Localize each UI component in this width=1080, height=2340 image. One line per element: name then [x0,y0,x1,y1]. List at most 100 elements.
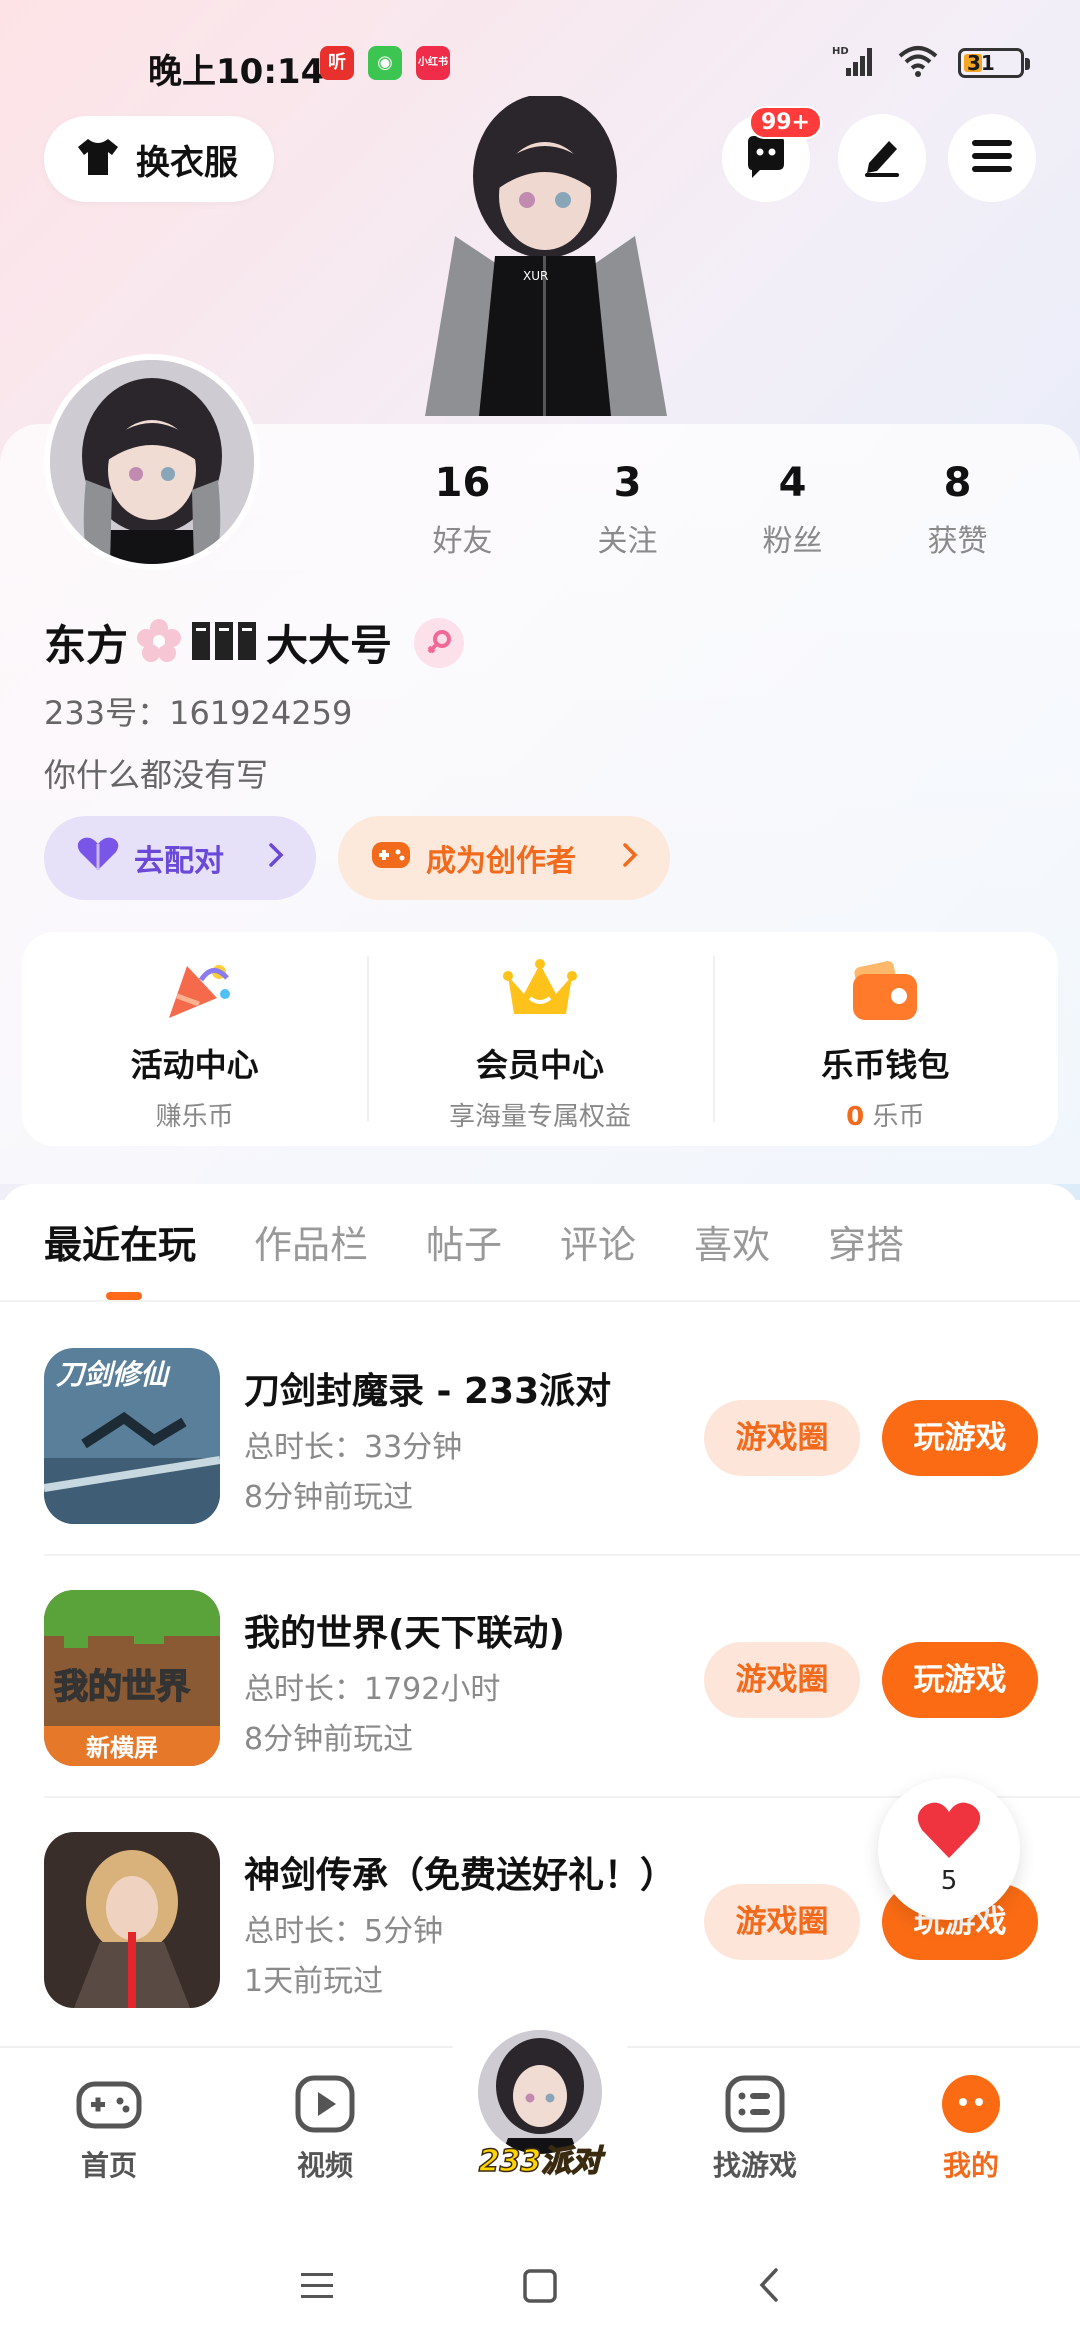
female-gender-icon [414,617,465,668]
tab-works[interactable]: 作品栏 [254,1214,368,1269]
game-title: 刀剑封魔录 - 233派对 [244,1371,612,1412]
game-duration: 总时长：33分钟 [244,1430,463,1465]
stat-value: 3 [613,460,642,506]
notification-app-icon: ◉ [368,46,402,80]
game-circle-button[interactable]: 游戏圈 [704,1400,860,1476]
game-icon-subtext: 新横屏 [86,1734,158,1762]
profile-page: 晚上10:14 听 ◉ 小红书 HD 31 换衣服 XUR 99+ 16 好友 … [0,0,1080,2340]
gamepad-icon [370,836,412,880]
tab-posts[interactable]: 帖子 [426,1214,502,1269]
stat-likes[interactable]: 8 获赞 [875,460,1040,560]
game-icon-text: 刀剑修仙 [56,1358,171,1391]
tab-likes[interactable]: 喜欢 [694,1214,770,1269]
user-bio[interactable]: 你什么都没有写 [44,750,268,796]
change-outfit-label: 换衣服 [136,142,238,183]
nav-video[interactable]: 视频 [250,2074,400,2184]
game-last-played: 1天前玩过 [244,1964,384,1999]
coin-wallet-entry[interactable]: 乐币钱包 0 乐币 [712,932,1058,1146]
active-tab-indicator [106,1292,142,1300]
services-card: 活动中心 赚乐币 会员中心 享海量专属权益 乐币钱包 0 乐币 [22,932,1058,1146]
gamepad-icon [74,2081,144,2138]
signal-icon: HD [832,44,878,82]
nav-video-label: 视频 [296,2149,353,2182]
chevron-right-icon [268,841,284,876]
activity-center-title: 活动中心 [130,1046,259,1084]
game-row[interactable]: 刀剑修仙 刀剑封魔录 - 233派对 总时长：33分钟 8分钟前玩过 游戏圈 玩… [44,1348,1044,1528]
profile-stats: 16 好友 3 关注 4 粉丝 8 获赞 [380,460,1040,560]
username-suffix: 大大号 [266,621,393,670]
chat-robot-icon [742,132,790,184]
game-circle-button[interactable]: 游戏圈 [704,1642,860,1718]
stat-friends[interactable]: 16 好友 [380,460,545,560]
stat-following[interactable]: 3 关注 [545,460,710,560]
become-creator-button[interactable]: 成为创作者 [338,816,670,900]
game-icon-text: 我的世界 [54,1667,190,1707]
messages-button[interactable]: 99+ [722,106,822,202]
stat-label: 获赞 [927,524,988,559]
home-square-icon[interactable] [522,2268,558,2308]
match-label: 去配对 [134,844,224,879]
row-separator [44,1554,1080,1556]
stat-value: 16 [434,460,491,506]
crown-icon [502,959,578,1028]
game-duration: 总时长：1792小时 [244,1672,501,1707]
tabs-divider [0,1300,1080,1302]
list-icon [720,2075,790,2138]
heart-icon [916,1800,982,1864]
activity-center-entry[interactable]: 活动中心 赚乐币 [22,932,367,1146]
tab-outfits[interactable]: 穿搭 [828,1214,904,1269]
stat-label: 好友 [432,524,493,559]
menu-button[interactable] [948,114,1036,202]
game-icon: 刀剑修仙 [44,1348,220,1524]
hamburger-menu-icon [970,136,1014,180]
nav-find-games-label: 找游戏 [712,2149,797,2182]
back-icon[interactable] [756,2266,782,2308]
hero-character-avatar: XUR [395,94,695,424]
system-navigation-bar [0,2210,1080,2340]
play-game-button[interactable]: 玩游戏 [882,1642,1038,1718]
pencil-icon [859,133,905,183]
status-icons: HD 31 [832,44,1030,82]
tab-comments[interactable]: 评论 [560,1214,636,1269]
username-row: 东方 大大号 [44,612,465,673]
recent-apps-icon[interactable] [298,2270,336,2306]
change-outfit-button[interactable]: 换衣服 [44,116,274,202]
party-popper-icon [157,965,233,1028]
decorative-glyphs-icon [190,618,258,668]
nav-home-label: 首页 [80,2149,137,2182]
flower-emoji-icon [136,618,182,668]
battery-icon: 31 [958,48,1030,78]
game-row[interactable]: 我的世界 新横屏 我的世界(天下联动) 总时长：1792小时 8分钟前玩过 游戏… [44,1590,1044,1770]
play-game-button[interactable]: 玩游戏 [882,1400,1038,1476]
game-circle-button[interactable]: 游戏圈 [704,1884,860,1960]
nav-home[interactable]: 首页 [34,2074,184,2184]
vip-center-entry[interactable]: 会员中心 享海量专属权益 [367,932,712,1146]
tshirt-icon [74,135,122,183]
stat-value: 8 [943,460,972,506]
nav-me[interactable]: 我的 [896,2074,1046,2184]
stat-fans[interactable]: 4 粉丝 [710,460,875,560]
coin-wallet-subtitle: 0 乐币 [713,1096,1058,1133]
avatar[interactable] [44,354,260,570]
game-last-played: 8分钟前玩过 [244,1480,414,1515]
game-icon [44,1832,220,2008]
heart-icon [76,836,120,880]
status-time: 晚上10:14 [148,52,325,92]
tab-recently-played[interactable]: 最近在玩 [44,1214,196,1269]
match-button[interactable]: 去配对 [44,816,316,900]
activity-center-subtitle: 赚乐币 [155,1102,234,1132]
notification-app-icon: 听 [320,46,354,80]
content-tabs: 最近在玩 作品栏 帖子 评论 喜欢 穿搭 [44,1214,962,1269]
stat-label: 粉丝 [762,524,823,559]
play-video-icon [290,2075,360,2138]
party-logo[interactable]: 233派对 [470,2136,610,2180]
nav-find-games[interactable]: 找游戏 [680,2074,830,2184]
svg-text:HD: HD [832,46,849,57]
face-icon [936,2075,1006,2138]
game-last-played: 8分钟前玩过 [244,1722,414,1757]
floating-like-button[interactable]: 5 [878,1778,1020,1920]
user-id[interactable]: 233号：161924259 [44,688,352,734]
username-prefix: 东方 [44,621,129,670]
game-title: 我的世界(天下联动) [244,1613,565,1654]
edit-profile-button[interactable] [838,114,926,202]
